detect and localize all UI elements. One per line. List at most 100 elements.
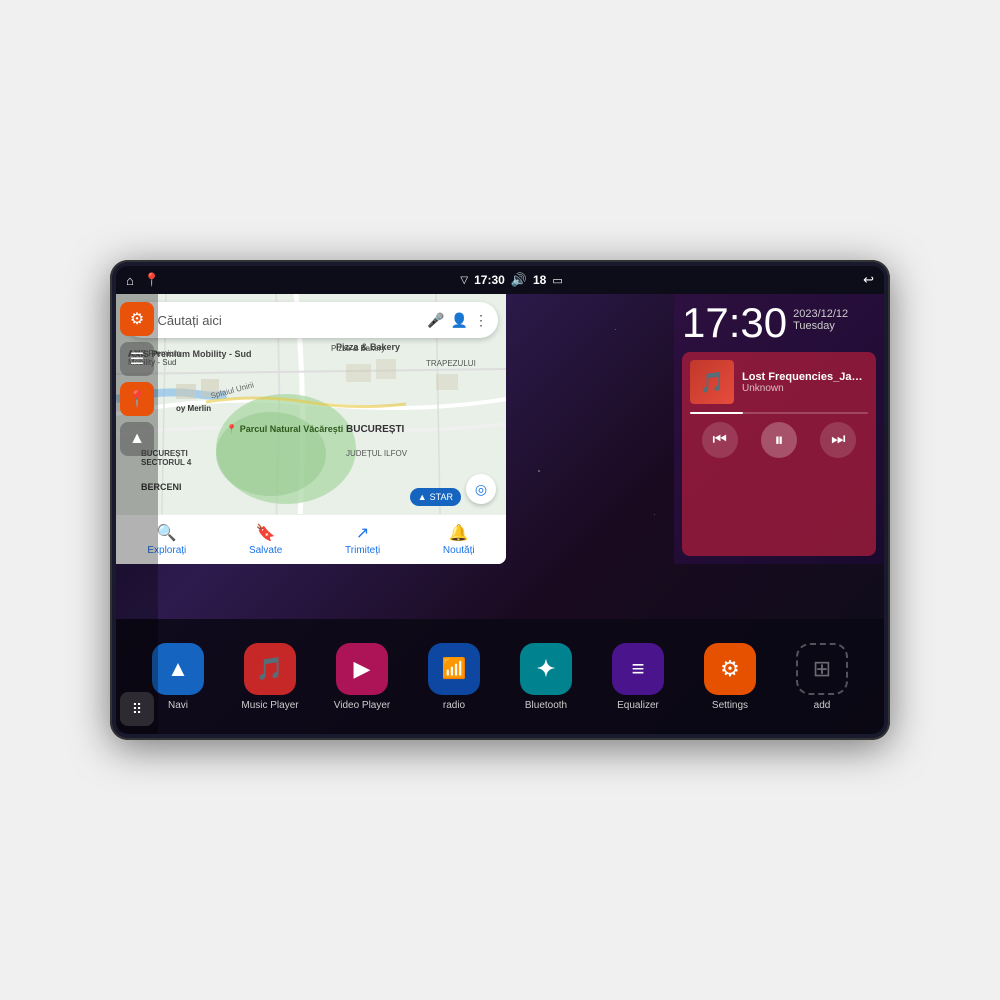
- wifi-icon: ▽: [460, 275, 468, 286]
- maps-status-icon[interactable]: 📍: [144, 272, 160, 288]
- music-pause-btn[interactable]: ⏸: [761, 422, 797, 458]
- navigate-label: STAR: [430, 492, 453, 502]
- map-bottom-bar: 🔍 Explorați 🔖 Salvate ↗ Trimiteți 🔔 Nout…: [116, 514, 506, 564]
- radio-label: radio: [443, 700, 465, 711]
- map-btn-share[interactable]: ↗ Trimiteți: [345, 523, 380, 556]
- add-icon: ⊞: [813, 656, 831, 682]
- equalizer-label: Equalizer: [617, 700, 659, 711]
- map-navigate-btn[interactable]: ▲ STAR: [410, 488, 461, 506]
- app-item-music-player[interactable]: 🎵 Music Player: [240, 643, 300, 711]
- mic-icon[interactable]: 🎤: [427, 312, 444, 329]
- map-panel: 📍 Căutați aici 🎤 👤 ⋮ AXIS Premium Mobili…: [116, 294, 506, 564]
- app-item-radio[interactable]: 📶 radio: [424, 643, 484, 711]
- battery-icon: ▭: [552, 274, 562, 287]
- sidebar-settings-btn[interactable]: ⚙: [120, 302, 154, 336]
- clock-section: 17:30 2023/12/12 Tuesday: [682, 302, 876, 344]
- navi-icon: ▲: [167, 656, 189, 682]
- prev-icon: ⏮: [712, 431, 726, 449]
- home-icon[interactable]: ⌂: [126, 273, 134, 288]
- map-label-trapezului: TRAPEZULUI: [426, 359, 476, 368]
- bluetooth-label: Bluetooth: [525, 700, 567, 711]
- app-item-add[interactable]: ⊞ add: [792, 643, 852, 711]
- saved-label: Salvate: [249, 545, 282, 556]
- battery-level: 18: [533, 273, 546, 287]
- right-panel: 17:30 2023/12/12 Tuesday 🎵 Lost Frequenc…: [674, 294, 884, 564]
- equalizer-app-icon: ≡: [612, 643, 664, 695]
- video-icon: ▶: [354, 656, 371, 682]
- back-icon[interactable]: ↩: [863, 272, 874, 288]
- add-label: add: [814, 700, 831, 711]
- music-next-btn[interactable]: ⏭: [820, 422, 856, 458]
- navi-icon: ▲: [129, 430, 145, 448]
- app-item-bluetooth[interactable]: ✦ Bluetooth: [516, 643, 576, 711]
- app-item-equalizer[interactable]: ≡ Equalizer: [608, 643, 668, 711]
- sidebar: ⚙ ☰ 📍 ▲ ⠿: [116, 294, 158, 734]
- bluetooth-app-icon: ✦: [520, 643, 572, 695]
- main-content: ⚙ ☰ 📍 ▲ ⠿: [116, 294, 884, 734]
- bluetooth-icon: ✦: [537, 656, 555, 682]
- sidebar-grid-btn[interactable]: ⠿: [120, 692, 154, 726]
- navi-app-icon: ▲: [152, 643, 204, 695]
- status-bar-left: ⌂ 📍: [126, 272, 160, 288]
- next-icon: ⏭: [831, 431, 845, 449]
- sidebar-files-btn[interactable]: ☰: [120, 342, 154, 376]
- app-item-settings[interactable]: ⚙ Settings: [700, 643, 760, 711]
- radio-app-icon: 📶: [428, 643, 480, 695]
- music-player-app-icon: 🎵: [244, 643, 296, 695]
- target-icon: ◎: [475, 481, 487, 498]
- map-search-bar[interactable]: 📍 Căutați aici 🎤 👤 ⋮: [124, 302, 498, 338]
- radio-icon: 📶: [442, 656, 467, 681]
- music-prev-btn[interactable]: ⏮: [702, 422, 738, 458]
- music-progress-fill: [690, 412, 743, 414]
- map-label-parcul: 📍 Parcul Natural Văcărești: [226, 424, 343, 435]
- music-info: 🎵 Lost Frequencies_Janie... Unknown: [690, 360, 868, 404]
- map-label-bucuresti: BUCUREȘTI: [346, 424, 404, 435]
- music-icon: 🎵: [256, 656, 283, 682]
- app-grid: ▲ Navi 🎵 Music Player ▶ Video Player: [116, 619, 884, 734]
- explore-icon: 🔍: [157, 523, 177, 543]
- music-album-art: 🎵: [690, 360, 734, 404]
- settings-app-icon: ⚙: [704, 643, 756, 695]
- settings-icon: ⚙: [130, 309, 144, 329]
- status-bar-center: ▽ 17:30 🔊 18 ▭: [460, 272, 562, 288]
- map-btn-saved[interactable]: 🔖 Salvate: [249, 523, 282, 556]
- saved-icon: 🔖: [256, 523, 276, 543]
- app-item-video-player[interactable]: ▶ Video Player: [332, 643, 392, 711]
- music-progress-bar: [690, 412, 868, 414]
- status-bar-right: ↩: [863, 272, 874, 288]
- clock-day: Tuesday: [793, 320, 848, 332]
- map-pin-icon: 📍: [127, 389, 147, 409]
- status-bar: ⌂ 📍 ▽ 17:30 🔊 18 ▭ ↩: [116, 266, 884, 294]
- map-label-ilfov: JUDEȚUL ILFOV: [346, 449, 407, 458]
- album-art-icon: 🎵: [700, 370, 725, 395]
- account-icon[interactable]: 👤: [451, 312, 468, 329]
- news-icon: 🔔: [449, 523, 469, 543]
- music-controls: ⏮ ⏸ ⏭: [690, 422, 868, 458]
- navi-label: Navi: [168, 700, 188, 711]
- share-icon: ↗: [356, 523, 369, 543]
- more-icon[interactable]: ⋮: [474, 312, 488, 329]
- video-player-app-icon: ▶: [336, 643, 388, 695]
- map-btn-news[interactable]: 🔔 Noutăți: [443, 523, 475, 556]
- files-icon: ☰: [130, 349, 144, 369]
- grid-icon: ⠿: [132, 701, 142, 718]
- settings-label: Settings: [712, 700, 748, 711]
- music-title: Lost Frequencies_Janie...: [742, 371, 868, 383]
- music-artist: Unknown: [742, 383, 868, 394]
- sidebar-navi-btn[interactable]: ▲: [120, 422, 154, 456]
- sidebar-maps-btn[interactable]: 📍: [120, 382, 154, 416]
- map-location-btn[interactable]: ◎: [466, 474, 496, 504]
- volume-icon: 🔊: [511, 272, 527, 288]
- map-search-text[interactable]: Căutați aici: [157, 313, 421, 328]
- music-widget: 🎵 Lost Frequencies_Janie... Unknown ⏮: [682, 352, 876, 556]
- news-label: Noutăți: [443, 545, 475, 556]
- device-screen: ⌂ 📍 ▽ 17:30 🔊 18 ▭ ↩: [116, 266, 884, 734]
- video-player-label: Video Player: [334, 700, 391, 711]
- map-label-merlin: oy Merlin: [176, 404, 211, 413]
- settings-gear-icon: ⚙: [720, 656, 740, 682]
- pause-icon: ⏸: [774, 430, 783, 451]
- music-text: Lost Frequencies_Janie... Unknown: [742, 371, 868, 394]
- equalizer-icon: ≡: [632, 656, 645, 682]
- add-app-icon: ⊞: [796, 643, 848, 695]
- navigate-icon: ▲: [418, 492, 427, 502]
